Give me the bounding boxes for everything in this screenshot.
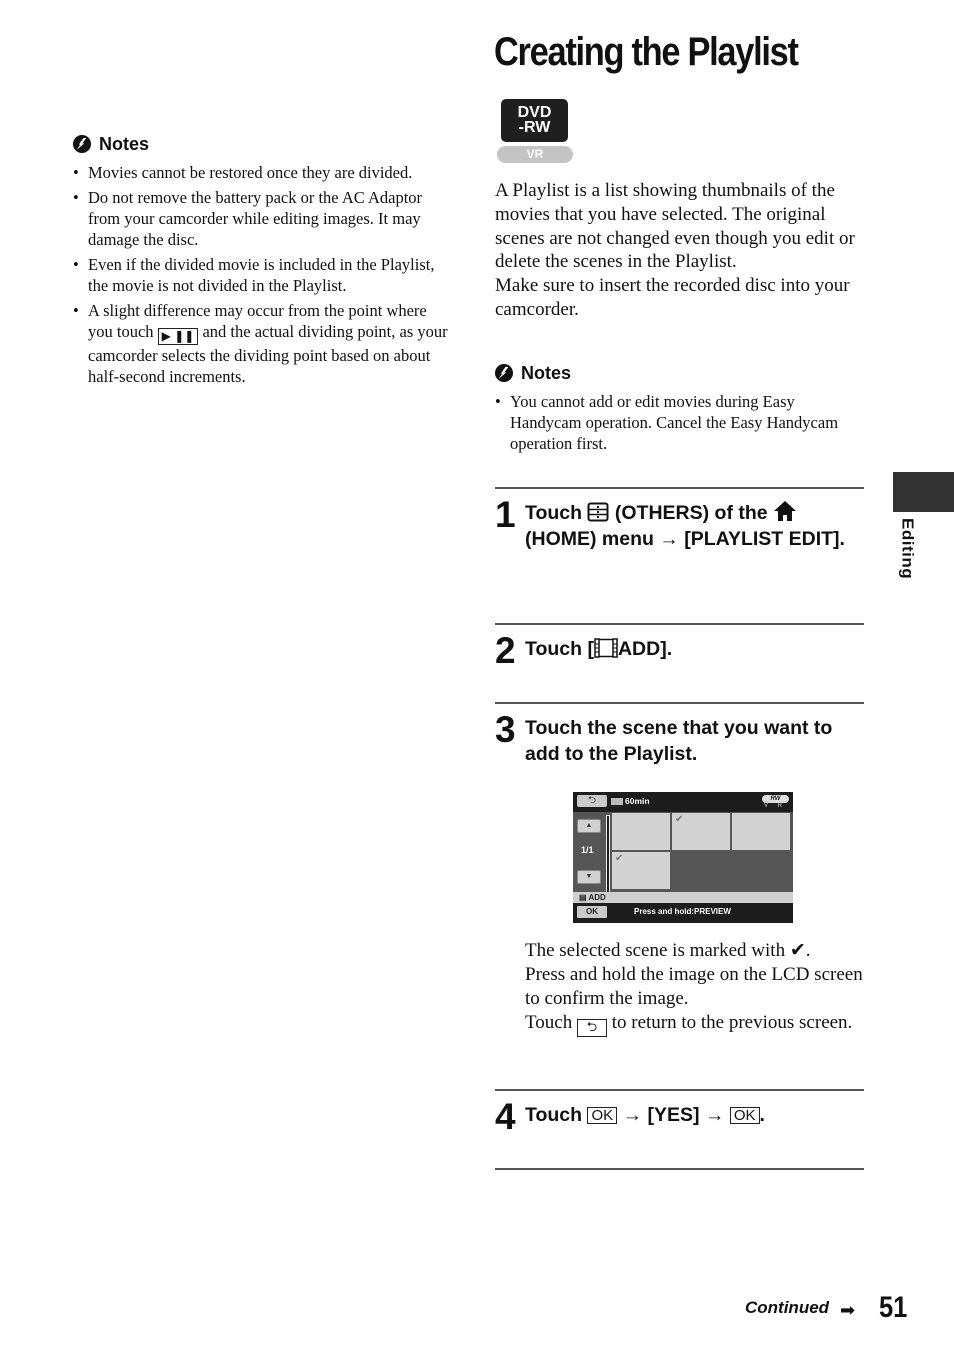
desc-text: The selected scene is marked with — [525, 940, 786, 961]
film-add-icon — [594, 638, 618, 658]
ok-button-icon: OK — [729, 1107, 760, 1124]
notes-list: You cannot add or edit movies during Eas… — [495, 391, 865, 454]
section-divider — [495, 623, 864, 625]
lcd-thumbnail — [732, 813, 790, 850]
lcd-page-indicator: 1/1 — [581, 845, 594, 855]
continued-arrow-icon: ➡ — [840, 1300, 856, 1321]
step-2: 2 Touch [ ADD]. — [495, 632, 870, 669]
step-text-part: (OTHERS) of the — [614, 502, 768, 524]
step-instruction: Touch OK → [YES] → OK. — [525, 1098, 765, 1135]
lcd-ok-button: OK — [577, 906, 607, 918]
desc-line: The selected scene is marked with ✔. — [525, 940, 811, 961]
desc-line: Press and hold the image on the LCD scre… — [525, 964, 863, 1009]
arrow-right-icon: → — [622, 1104, 643, 1126]
step-instruction: Touch the scene that you want to add to … — [525, 717, 833, 765]
notes-heading: Notes — [73, 133, 448, 155]
lcd-remaining-time: 60min — [625, 796, 650, 806]
step-text-part: . — [759, 1104, 765, 1126]
badge-top-text: DVD — [517, 104, 552, 121]
step-text-part: [PLAYLIST EDIT]. — [684, 528, 845, 550]
lcd-back-button: ⮌ — [577, 795, 607, 807]
disc-mode-label: V R — [763, 803, 786, 809]
section-divider — [495, 487, 864, 489]
lcd-thumbnail: ✔ — [612, 852, 670, 889]
arrow-right-icon: → — [704, 1104, 725, 1126]
desc-text: to return to the previous screen. — [611, 1012, 853, 1033]
step-text-part: Touch — [525, 1104, 583, 1126]
desc-text: Touch — [525, 1012, 573, 1033]
check-icon: ✔ — [675, 814, 684, 825]
step-instruction: Touch (OTHERS) of the (HOME) menu → [PLA… — [525, 496, 845, 552]
lcd-thumbnail-area: ▲ 1/1 ▼ ✔ ✔ — [573, 812, 793, 893]
intro-paragraph: A Playlist is a list showing thumbnails … — [495, 179, 865, 322]
badge-bottom-text: -RW — [518, 119, 551, 136]
page-number: 51 — [879, 1291, 908, 1324]
section-divider — [495, 1089, 864, 1091]
chapter-tab-label: Editing — [898, 518, 916, 580]
battery-icon — [611, 798, 623, 805]
return-icon: ⮌ — [576, 1019, 607, 1037]
continued-label: Continued — [745, 1298, 830, 1317]
lcd-thumbnail — [612, 813, 670, 850]
desc-line: Touch ⮌ to return to the previous screen… — [525, 1011, 865, 1037]
lcd-add-text: ADD — [588, 893, 606, 902]
step-instruction: Touch [ ADD]. — [525, 632, 672, 669]
right-notes-section: Notes You cannot add or edit movies duri… — [495, 362, 865, 458]
step-4: 4 Touch OK → [YES] → OK. — [495, 1098, 870, 1135]
ok-button-icon: OK — [587, 1107, 618, 1124]
lcd-hint-text: Press and hold:PREVIEW — [634, 907, 731, 916]
intro-text-1: A Playlist is a list showing thumbnails … — [495, 180, 855, 273]
dvd-rw-badge: DVD -RW — [501, 99, 568, 142]
arrow-right-icon: → — [659, 528, 679, 550]
disc-rw-icon: RW — [762, 795, 789, 803]
note-item: A slight difference may occur from the p… — [73, 300, 448, 387]
lcd-scrollbar — [606, 815, 610, 893]
others-icon — [587, 502, 609, 522]
note-item: Even if the divided movie is included in… — [73, 254, 448, 296]
chapter-tab — [893, 472, 954, 512]
vr-mode-badge: VR — [497, 146, 573, 163]
left-notes-section: Notes Movies cannot be restored once the… — [73, 133, 448, 391]
step-text-part: [YES] — [647, 1104, 700, 1126]
note-item: You cannot add or edit movies during Eas… — [495, 391, 865, 454]
step-3-description: The selected scene is marked with ✔. Pre… — [525, 939, 865, 1037]
step-number: 2 — [495, 630, 516, 671]
notes-warning-icon — [495, 364, 513, 382]
step-number: 1 — [495, 494, 516, 535]
lcd-screen-illustration: ⮌ 60min RW V R ▲ 1/1 ▼ ✔ ✔ ▤ ADD OK Pres… — [573, 792, 793, 923]
play-pause-icon: ▶ ❚❚ — [157, 328, 199, 345]
section-divider — [495, 702, 864, 704]
lcd-page-up-button: ▲ — [577, 819, 601, 833]
notes-heading-text: Notes — [521, 362, 572, 383]
intro-text-2: Make sure to insert the recorded disc in… — [495, 275, 850, 320]
note-item: Movies cannot be restored once they are … — [73, 162, 448, 183]
check-icon: ✔ — [789, 940, 806, 961]
step-text-part: Touch — [525, 502, 583, 524]
lcd-add-label: ▤ ADD — [573, 892, 793, 903]
step-number: 4 — [495, 1096, 516, 1137]
lcd-thumbnail: ✔ — [672, 813, 730, 850]
notes-heading-text: Notes — [99, 133, 150, 154]
step-number: 3 — [495, 709, 516, 750]
lcd-top-bar: ⮌ 60min RW V R — [573, 792, 793, 812]
step-3: 3 Touch the scene that you want to add t… — [495, 711, 870, 767]
home-icon — [774, 501, 797, 521]
check-icon: ✔ — [615, 853, 624, 864]
section-divider — [495, 1168, 864, 1170]
note-item: Do not remove the battery pack or the AC… — [73, 187, 448, 250]
notes-warning-icon — [73, 135, 91, 153]
step-text-part: ADD]. — [617, 638, 673, 660]
notes-list: Movies cannot be restored once they are … — [73, 162, 448, 387]
page-title: Creating the Playlist — [494, 30, 799, 74]
step-1: 1 Touch (OTHERS) of the (HOME) menu → [P… — [495, 496, 870, 552]
step-text-part: Touch [ — [525, 638, 594, 660]
notes-heading: Notes — [495, 362, 865, 384]
lcd-page-down-button: ▼ — [577, 870, 601, 884]
step-text-part: (HOME) menu — [525, 528, 654, 550]
